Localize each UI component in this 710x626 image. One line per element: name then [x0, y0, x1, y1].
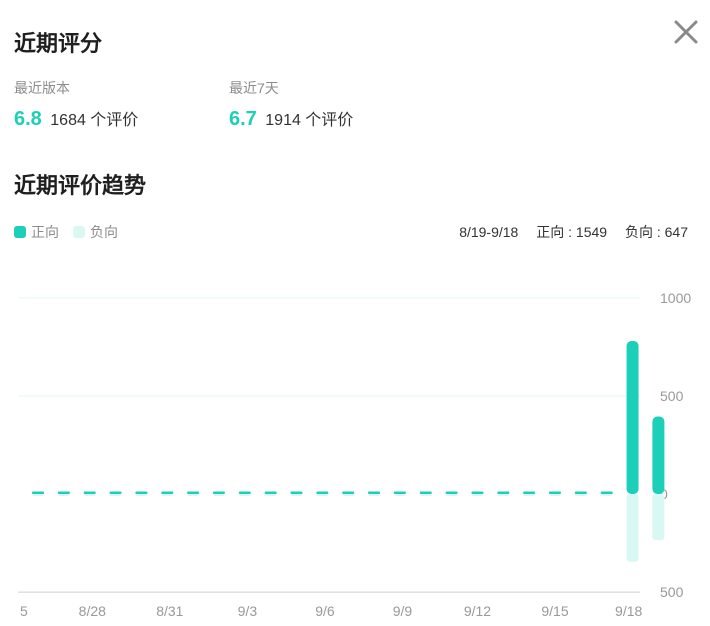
bar-positive — [549, 491, 561, 494]
bar-negative — [161, 494, 174, 496]
chart-legend: 正向 负向 — [14, 222, 132, 242]
bar-negative — [238, 494, 251, 496]
summary-range: 8/19-9/18 — [459, 224, 519, 240]
bar-negative — [316, 494, 329, 496]
bar-negative — [652, 494, 665, 541]
bar-negative — [574, 494, 587, 496]
x-tick-label: 9/3 — [238, 603, 258, 619]
bar-positive — [238, 491, 251, 494]
x-tick-label: 9/12 — [464, 603, 491, 619]
bar-positive — [57, 491, 70, 494]
bar-negative — [187, 494, 200, 496]
x-tick-label: 9/15 — [541, 603, 568, 619]
recent-version-count: 1684 个评价 — [50, 112, 139, 129]
bar-positive — [212, 491, 225, 494]
bar-negative — [471, 494, 484, 496]
bar-positive — [368, 491, 381, 494]
page-title: 近期评分 — [14, 31, 103, 56]
bar-negative — [109, 494, 122, 496]
bar-negative — [342, 494, 355, 496]
bar-negative — [549, 494, 561, 496]
recent-7days-stat: 最近7天 6.7 1914 个评价 — [229, 78, 353, 131]
y-tick-label: 1000 — [660, 290, 691, 306]
bar-negative — [497, 494, 510, 496]
summary-negative: 负向 : 647 — [624, 224, 688, 240]
recent-version-stat: 最近版本 6.8 1684 个评价 — [14, 78, 138, 131]
close-icon — [674, 20, 698, 44]
bar-positive — [419, 491, 432, 494]
bar-positive — [445, 491, 458, 494]
bar-negative — [264, 494, 277, 496]
bar-negative — [626, 494, 639, 562]
bar-positive — [109, 491, 122, 494]
bar-positive — [83, 491, 96, 494]
bar-positive — [342, 491, 355, 494]
bar-negative — [83, 494, 96, 496]
bar-negative — [32, 494, 44, 496]
recent-7days-label: 最近7天 — [229, 80, 279, 96]
bar-negative — [600, 494, 613, 496]
x-tick-label: 8/28 — [79, 603, 106, 619]
recent-7days-score: 6.7 — [229, 108, 257, 130]
legend-negative-label: 负向 — [90, 224, 118, 240]
bar-positive — [135, 491, 148, 494]
recent-7days-count: 1914 个评价 — [265, 112, 354, 129]
bar-negative — [212, 494, 225, 496]
bar-positive — [393, 491, 406, 494]
bar-negative — [419, 494, 432, 496]
bar-positive — [264, 491, 277, 494]
bar-positive — [471, 491, 484, 494]
bar-positive — [497, 491, 510, 494]
bar-negative — [445, 494, 458, 496]
bar-positive — [626, 340, 639, 494]
bar-negative — [368, 494, 381, 496]
bar-positive — [316, 491, 329, 494]
x-tick-label: 9/6 — [315, 603, 335, 619]
legend-positive-swatch — [14, 226, 26, 238]
bar-negative — [290, 494, 303, 496]
y-tick-label: 500 — [660, 584, 684, 600]
bar-positive — [290, 491, 303, 494]
bar-positive — [523, 491, 536, 494]
bar-negative — [135, 494, 148, 496]
trend-chart: 100050005005 8/28 8/31 9/3 9/6 9/9 9/12 9/15 9/1… — [18, 290, 691, 619]
bar-negative — [393, 494, 406, 496]
bar-positive — [187, 491, 200, 494]
trend-summary: 8/19-9/18 正向 : 1549 负向 : 647 — [459, 222, 688, 242]
close-button[interactable] — [670, 16, 702, 48]
x-tick-label: 9/18 — [615, 603, 642, 619]
bar-positive — [600, 491, 613, 494]
y-tick-label: 500 — [660, 388, 684, 404]
bar-positive — [32, 491, 44, 494]
bar-positive — [652, 416, 665, 494]
trend-title: 近期评价趋势 — [14, 173, 147, 198]
bar-negative — [523, 494, 536, 496]
bar-positive — [161, 491, 174, 494]
x-tick-label: 9/9 — [393, 603, 413, 619]
summary-positive: 正向 : 1549 — [536, 224, 608, 240]
x-tick-label: 8/31 — [156, 603, 183, 619]
bar-negative — [57, 494, 70, 496]
legend-positive-label: 正向 — [31, 224, 59, 240]
x-tick-label: 5 — [20, 603, 28, 619]
bar-positive — [574, 491, 587, 494]
recent-version-label: 最近版本 — [14, 80, 70, 96]
legend-negative[interactable]: 负向 — [73, 222, 118, 242]
legend-positive[interactable]: 正向 — [14, 222, 59, 242]
recent-version-score: 6.8 — [14, 108, 42, 130]
legend-negative-swatch — [73, 226, 85, 238]
